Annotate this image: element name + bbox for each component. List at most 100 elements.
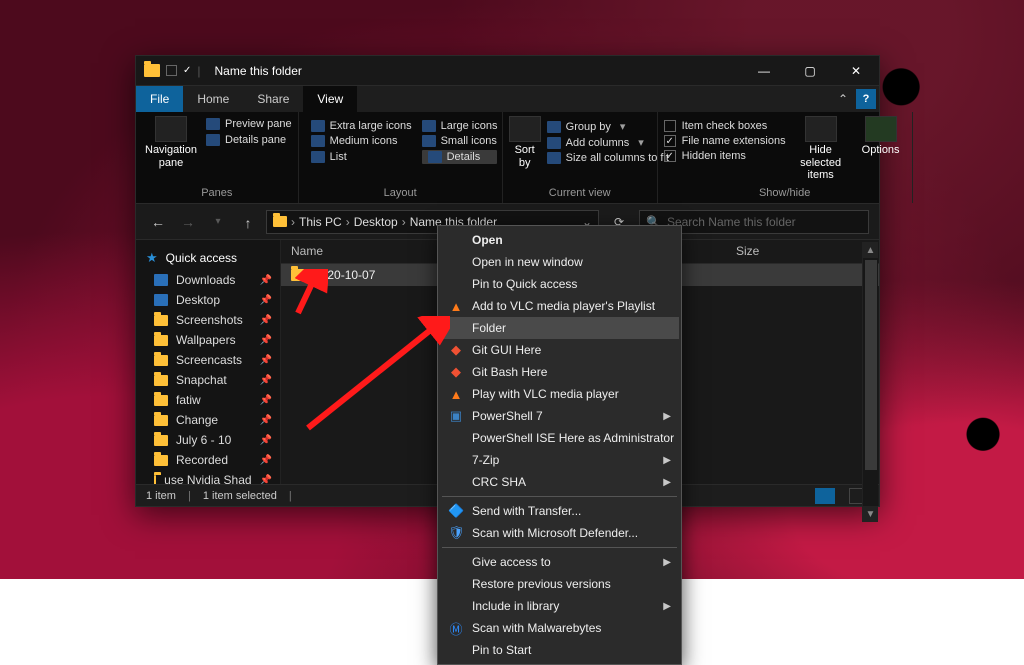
sidebar-item-label: Recorded: [176, 453, 228, 467]
file-name-extensions-toggle[interactable]: ✓File name extensions: [664, 135, 786, 147]
menu-crc-sha[interactable]: CRC SHA▶: [440, 471, 679, 493]
ribbon-collapse-icon[interactable]: ⌃: [830, 86, 856, 112]
tab-home[interactable]: Home: [183, 86, 243, 112]
tab-view[interactable]: View: [303, 86, 357, 112]
layout-medium[interactable]: Medium icons: [311, 135, 412, 147]
sidebar-item-label: Desktop: [176, 293, 220, 307]
group-showhide: Item check boxes ✓File name extensions ✓…: [658, 112, 913, 203]
menu-defender-scan[interactable]: 🛡Scan with Microsoft Defender...: [440, 522, 679, 544]
layout-small[interactable]: Small icons: [422, 135, 498, 147]
folder-icon: [154, 435, 168, 446]
hidden-items-toggle[interactable]: ✓Hidden items: [664, 150, 786, 162]
breadcrumb-this-pc[interactable]: This PC: [299, 215, 342, 229]
minimize-button[interactable]: —: [741, 56, 787, 86]
breadcrumb-desktop[interactable]: Desktop: [354, 215, 398, 229]
layout-icon: [422, 135, 436, 147]
layout-icon: [311, 151, 325, 163]
scroll-up-button[interactable]: ▲: [863, 242, 878, 258]
sidebar-item-label: Snapchat: [176, 373, 227, 387]
menu-send-with-transfer[interactable]: 🔷Send with Transfer...: [440, 500, 679, 522]
scrollbar-thumb[interactable]: [865, 260, 877, 470]
menu-powershell7[interactable]: ▣PowerShell 7▶: [440, 405, 679, 427]
up-button[interactable]: ↑: [236, 214, 260, 230]
qat-checkbox[interactable]: [166, 65, 177, 76]
sort-by-button[interactable]: Sort by: [509, 116, 541, 169]
details-pane-button[interactable]: Details pane: [206, 134, 292, 146]
sidebar-item-label: fatiw: [176, 393, 201, 407]
layout-icon: [311, 135, 325, 147]
help-button[interactable]: ?: [856, 89, 876, 109]
sidebar-item[interactable]: Desktop 📌: [136, 290, 280, 310]
menu-git-bash[interactable]: ◆Git Bash Here: [440, 361, 679, 383]
group-current-view: Sort by Group by▾ Add columns▾ Size all …: [503, 112, 658, 203]
menu-give-access[interactable]: Give access to▶: [440, 551, 679, 573]
menu-open-new-window[interactable]: Open in new window: [440, 251, 679, 273]
sidebar-item-label: Wallpapers: [176, 333, 236, 347]
menu-include-library[interactable]: Include in library▶: [440, 595, 679, 617]
group-by-button[interactable]: Group by▾: [547, 120, 669, 133]
menu-7zip[interactable]: 7-Zip▶: [440, 449, 679, 471]
chevron-right-icon[interactable]: ›: [346, 215, 350, 229]
menu-pin-start[interactable]: Pin to Start: [440, 639, 679, 661]
sidebar-item[interactable]: Change📌: [136, 410, 280, 430]
view-details-button[interactable]: [815, 488, 835, 504]
add-columns-button[interactable]: Add columns▾: [547, 136, 669, 149]
column-size[interactable]: Size: [726, 240, 796, 263]
layout-list[interactable]: List: [311, 150, 412, 164]
menu-malwarebytes[interactable]: ⓂScan with Malwarebytes: [440, 617, 679, 639]
tab-file[interactable]: File: [136, 86, 183, 112]
recent-locations-button[interactable]: ▾: [206, 216, 230, 227]
sidebar-item[interactable]: Recorded📌: [136, 450, 280, 470]
status-selection: 1 item selected: [203, 490, 277, 502]
size-all-columns-button[interactable]: Size all columns to fit: [547, 152, 669, 164]
context-menu[interactable]: Open Open in new window Pin to Quick acc…: [437, 225, 682, 665]
layout-details[interactable]: Details: [422, 150, 498, 164]
sidebar-item[interactable]: July 6 - 10📌: [136, 430, 280, 450]
group-label-layout: Layout: [305, 185, 496, 199]
quick-access-header[interactable]: ★ Quick access: [136, 246, 280, 270]
navigation-pane-button[interactable]: Navigation pane: [142, 116, 200, 169]
layout-extra-large[interactable]: Extra large icons: [311, 120, 412, 132]
title-bar[interactable]: ✓ | Name this folder — ▢ ✕: [136, 56, 879, 86]
preview-pane-button[interactable]: Preview pane: [206, 118, 292, 130]
powershell-icon: ▣: [448, 408, 464, 424]
menu-restore-versions[interactable]: Restore previous versions: [440, 573, 679, 595]
pin-icon: 📌: [260, 415, 272, 426]
back-button[interactable]: ←: [146, 214, 170, 230]
menu-add-vlc-playlist[interactable]: ▲Add to VLC media player's Playlist: [440, 295, 679, 317]
sidebar-item[interactable]: use Nvidia Shad📌: [136, 470, 280, 484]
vertical-scrollbar[interactable]: ▲ ▼: [862, 242, 878, 522]
layout-large[interactable]: Large icons: [422, 120, 498, 132]
submenu-arrow-icon: ▶: [663, 477, 671, 488]
menu-separator: [442, 496, 677, 497]
menu-play-vlc[interactable]: ▲Play with VLC media player: [440, 383, 679, 405]
hide-selected-button[interactable]: Hide selected items: [792, 116, 850, 182]
menu-folder[interactable]: Folder: [440, 317, 679, 339]
menu-open[interactable]: Open: [440, 229, 679, 251]
menu-powershell-ise[interactable]: PowerShell ISE Here as Administrator: [440, 427, 679, 449]
folder-icon: [154, 355, 168, 366]
sidebar-item[interactable]: fatiw📌: [136, 390, 280, 410]
scroll-down-button[interactable]: ▼: [863, 506, 878, 522]
maximize-button[interactable]: ▢: [787, 56, 833, 86]
sidebar-item[interactable]: Screenshots📌: [136, 310, 280, 330]
sidebar-item[interactable]: Wallpapers📌: [136, 330, 280, 350]
tab-share[interactable]: Share: [243, 86, 303, 112]
sidebar-item[interactable]: Screencasts📌: [136, 350, 280, 370]
folder-icon: [154, 455, 168, 466]
folder-icon: [154, 395, 168, 406]
navigation-pane[interactable]: ★ Quick access Downloads📌 Desktop 📌 Screens…: [136, 240, 281, 484]
menu-git-gui[interactable]: ◆Git GUI Here: [440, 339, 679, 361]
qat-check-icon[interactable]: ✓: [183, 65, 191, 76]
sidebar-item[interactable]: Snapchat📌: [136, 370, 280, 390]
item-check-boxes-toggle[interactable]: Item check boxes: [664, 120, 786, 132]
menu-pin-quick-access[interactable]: Pin to Quick access: [440, 273, 679, 295]
pin-icon: 📌: [260, 295, 272, 306]
close-button[interactable]: ✕: [833, 56, 879, 86]
chevron-right-icon[interactable]: ›: [291, 215, 295, 229]
options-button[interactable]: Options: [856, 116, 906, 182]
details-pane-icon: [206, 134, 220, 146]
chevron-right-icon[interactable]: ›: [402, 215, 406, 229]
forward-button[interactable]: →: [176, 214, 200, 230]
sidebar-item[interactable]: Downloads📌: [136, 270, 280, 290]
